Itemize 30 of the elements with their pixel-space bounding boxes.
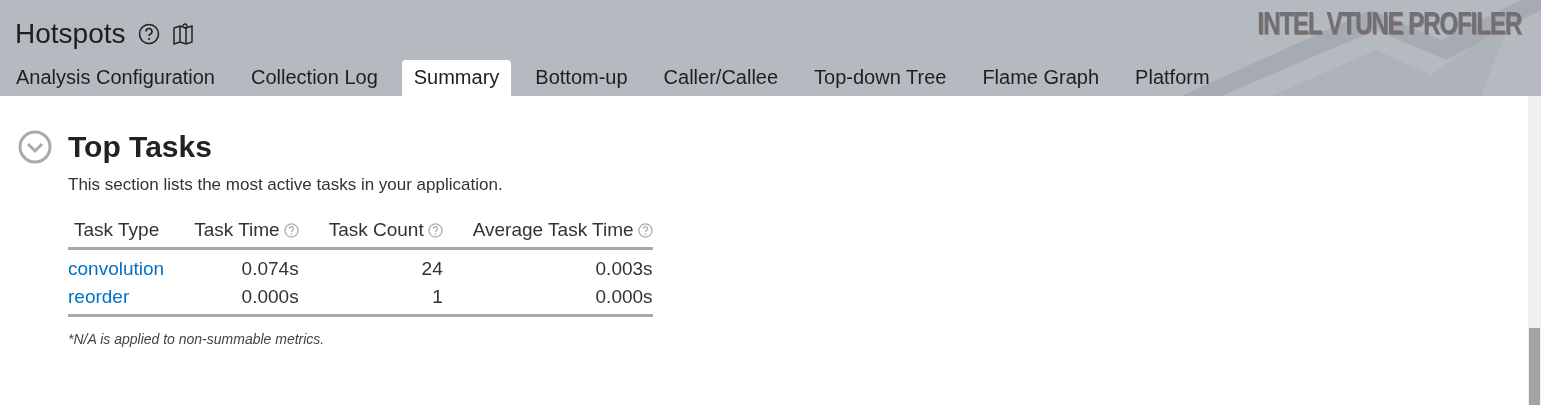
task-link[interactable]: convolution <box>68 258 165 279</box>
tab[interactable]: Bottom-up <box>523 60 640 96</box>
column-header: Average Task Time <box>472 219 634 240</box>
help-icon[interactable] <box>137 23 160 46</box>
tab[interactable]: Caller/Callee <box>651 60 791 96</box>
column-header: Task Count <box>328 219 424 240</box>
tab[interactable]: Analysis Configuration <box>4 60 227 96</box>
scrollbar-thumb[interactable] <box>1529 328 1540 405</box>
footnote: *N/A is applied to non-summable metrics. <box>68 331 326 347</box>
table-cell: 0.000s <box>595 286 653 307</box>
table-cell: 0.074s <box>241 258 299 279</box>
collapse-icon[interactable] <box>18 130 52 164</box>
scrollbar[interactable] <box>1528 96 1541 405</box>
column-header: Task Type <box>74 219 160 240</box>
tab[interactable]: Platform <box>1123 60 1222 96</box>
tab[interactable]: Flame Graph <box>970 60 1112 96</box>
section-title: Top Tasks <box>68 130 212 164</box>
table-cell: 0.000s <box>241 286 299 307</box>
product-logo: INTEL VTUNE PROFILER <box>1257 6 1521 42</box>
map-help-icon[interactable] <box>171 22 196 47</box>
page-title: Hotspots <box>15 18 126 51</box>
section-description: This section lists the most active tasks in your application. <box>68 175 504 195</box>
table-cell: 1 <box>432 286 443 307</box>
column-header: Task Time <box>194 219 280 240</box>
table-cell: 24 <box>421 258 443 279</box>
tab[interactable]: Top-down Tree <box>802 60 959 96</box>
task-link[interactable]: reorder <box>68 286 130 307</box>
tab[interactable]: Summary <box>401 60 512 96</box>
tab[interactable]: Collection Log <box>239 60 390 96</box>
table-cell: 0.003s <box>595 258 653 279</box>
